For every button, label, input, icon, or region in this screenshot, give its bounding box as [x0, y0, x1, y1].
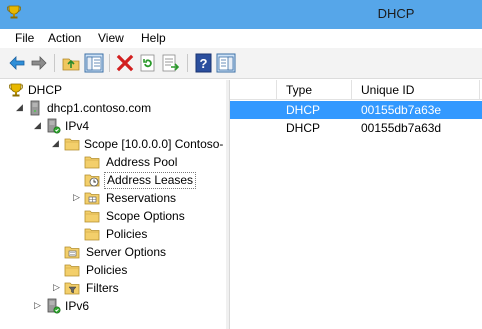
cell-type: DHCP [286, 103, 321, 117]
filter-icon [64, 282, 80, 295]
folder-icon [84, 156, 100, 169]
column-divider[interactable] [276, 80, 277, 100]
folder-clock-icon [84, 174, 100, 187]
folder-icon [84, 210, 100, 223]
help-icon[interactable]: ? [194, 53, 214, 73]
menu-file[interactable]: File [15, 31, 34, 45]
list-header: Type Unique ID [230, 80, 482, 100]
export-list-icon[interactable] [161, 53, 181, 73]
cell-unique-id: 00155db7a63d [361, 121, 442, 135]
column-header-unique-id[interactable]: Unique ID [361, 83, 414, 97]
ipv4-server-icon [47, 118, 61, 134]
folder-grid-icon [84, 192, 100, 205]
tree-item-scope-policies[interactable]: Policies [0, 225, 226, 243]
tree-item-label: Filters [86, 281, 119, 295]
tree-item-filters[interactable]: ▷ Filters [0, 279, 226, 297]
tree-item-label: IPv4 [65, 119, 90, 133]
collapsed-arrow-icon[interactable]: ▷ [53, 283, 61, 292]
tree-item-label: Scope Options [106, 209, 185, 223]
forward-arrow-icon[interactable] [29, 53, 49, 73]
tree-item-label: Server Options [86, 245, 167, 259]
tree-item-address-leases[interactable]: Address Leases [0, 171, 226, 189]
folder-icon [64, 264, 80, 277]
collapsed-arrow-icon[interactable]: ▷ [73, 193, 81, 202]
svg-text:?: ? [200, 56, 208, 71]
tree-item-server-options[interactable]: Server Options [0, 243, 226, 261]
delete-icon[interactable] [115, 53, 135, 73]
toolbar-separator [54, 54, 55, 72]
tree-item-scope[interactable]: ◢ Scope [10.0.0.0] Contoso- [0, 135, 226, 153]
up-folder-icon[interactable] [61, 53, 81, 73]
cell-type: DHCP [286, 121, 321, 135]
dhcp-trophy-icon [9, 83, 23, 97]
column-divider[interactable] [351, 80, 352, 100]
tree-item-reservations[interactable]: ▷ Reservations [0, 189, 226, 207]
tree-item-label: IPv6 [65, 299, 90, 313]
tree-item-scope-options[interactable]: Scope Options [0, 207, 226, 225]
expanded-arrow-icon[interactable]: ◢ [16, 103, 24, 112]
tree-item-label: Policies [106, 227, 148, 241]
table-row[interactable]: DHCP 00155db7a63d [230, 119, 482, 137]
cell-unique-id: 00155db7a63e [361, 103, 442, 117]
menu-bar: File Action View Help [0, 29, 482, 48]
results-list[interactable]: Type Unique ID DHCP 00155db7a63e DHCP 00… [229, 80, 482, 329]
table-row[interactable]: DHCP 00155db7a63e [230, 101, 482, 119]
show-hide-tree-icon[interactable] [84, 53, 104, 73]
tree-item-label: Policies [86, 263, 128, 277]
expanded-arrow-icon[interactable]: ◢ [52, 139, 60, 148]
tree-item-ipv4[interactable]: ◢ IPv4 [0, 117, 226, 135]
column-divider[interactable] [479, 80, 480, 100]
properties-icon[interactable] [216, 53, 236, 73]
tree-item-dhcp[interactable]: DHCP [0, 81, 226, 99]
tree-item-label: Scope [10.0.0.0] Contoso- [84, 137, 224, 151]
tree-item-ipv6[interactable]: ▷ IPv6 [0, 297, 226, 315]
toolbar-separator [187, 54, 188, 72]
server-icon [30, 100, 40, 116]
menu-help[interactable]: Help [141, 31, 166, 45]
server-options-icon [64, 246, 80, 259]
expanded-arrow-icon[interactable]: ◢ [34, 121, 42, 130]
back-arrow-icon[interactable] [7, 53, 27, 73]
toolbar: ? [0, 48, 482, 79]
folder-icon [64, 138, 80, 151]
menu-action[interactable]: Action [48, 31, 81, 45]
tree-item-label: Reservations [106, 191, 177, 205]
tree-item-label: dhcp1.contoso.com [47, 101, 152, 115]
tree-item-label: DHCP [28, 83, 63, 97]
menu-view[interactable]: View [98, 31, 124, 45]
console-tree[interactable]: DHCP ◢ dhcp1.contoso.com ◢ IPv4 ◢ Scope … [0, 80, 227, 329]
ipv6-server-icon [47, 298, 61, 314]
tree-item-label: Address Pool [106, 155, 178, 169]
refresh-icon[interactable] [138, 53, 158, 73]
column-header-type[interactable]: Type [286, 83, 312, 97]
tree-item-label: Address Leases [104, 172, 197, 189]
title-bar: DHCP [0, 0, 482, 29]
collapsed-arrow-icon[interactable]: ▷ [34, 301, 42, 310]
window-title: DHCP [377, 6, 415, 21]
folder-icon [84, 228, 100, 241]
tree-item-server[interactable]: ◢ dhcp1.contoso.com [0, 99, 226, 117]
tree-item-policies[interactable]: Policies [0, 261, 226, 279]
toolbar-separator [109, 54, 110, 72]
tree-item-address-pool[interactable]: Address Pool [0, 153, 226, 171]
